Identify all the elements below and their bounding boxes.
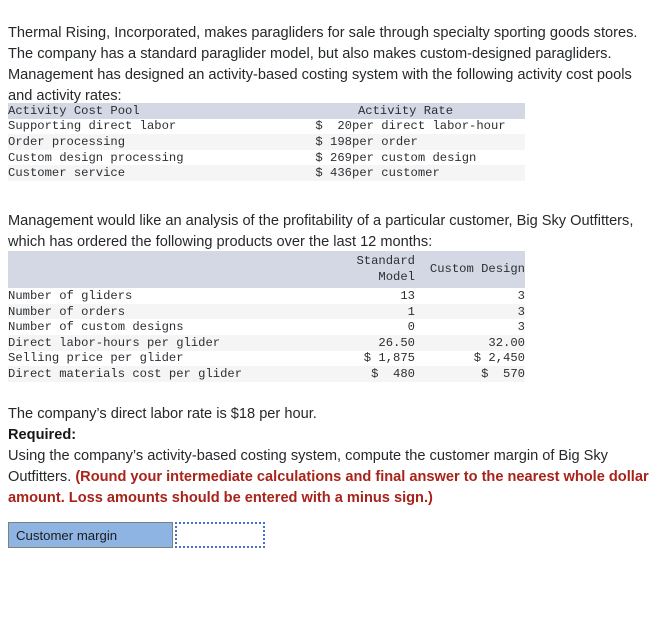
cell-pool-name: Customer service <box>8 165 286 181</box>
customer-margin-input[interactable] <box>175 522 265 548</box>
answer-row: Customer margin <box>8 522 265 548</box>
required-instructions: Using the company’s activity-based costi… <box>8 446 666 509</box>
labor-rate-paragraph: The company’s direct labor rate is $18 p… <box>8 405 317 422</box>
cell-custom-value: $ 570 <box>415 366 525 382</box>
cell-rate-amount: $ 436 <box>286 165 352 181</box>
required-instructions-emphasis: (Round your intermediate calculations an… <box>8 469 649 506</box>
spacer-cell <box>286 180 352 197</box>
table-row: Customer service $ 436 per customer <box>8 165 526 181</box>
table-row: Direct materials cost per glider $ 480 $… <box>8 366 525 382</box>
intro-paragraph: Thermal Rising, Incorporated, makes para… <box>8 24 638 104</box>
table-row: Custom design processing $ 269 per custo… <box>8 149 526 166</box>
cell-standard-value: $ 1,875 <box>307 350 415 367</box>
table-row: Selling price per glider $ 1,875 $ 2,450 <box>8 350 525 367</box>
spacer-cell <box>307 381 415 398</box>
cell-rate-amount: $ 198 <box>286 134 352 150</box>
customer-orders-table: Standard Model Custom Design Number of gl… <box>8 251 525 398</box>
table-row: Number of gliders 13 3 <box>8 288 525 304</box>
table-row: Supporting direct labor $ 20 per direct … <box>8 118 526 135</box>
cell-pool-name: Custom design processing <box>8 149 286 166</box>
cell-custom-value: $ 2,450 <box>415 350 525 367</box>
cell-item-label: Direct labor-hours per glider <box>8 334 307 351</box>
cell-rate-amount: $ 20 <box>286 118 352 135</box>
table-bottom-spacer <box>8 381 525 398</box>
spacer-cell <box>352 180 526 197</box>
cell-pool-name: Order processing <box>8 134 286 150</box>
activity-rate-table: Activity Cost Pool Activity Rate Support… <box>8 103 526 197</box>
cell-standard-value: 1 <box>307 303 415 320</box>
cell-pool-name: Supporting direct labor <box>8 118 286 135</box>
column-header-standard-model: Standard Model <box>307 251 415 289</box>
column-header-activity-cost-pool: Activity Cost Pool <box>8 103 286 119</box>
table-header-row: Activity Cost Pool Activity Rate <box>8 103 526 119</box>
column-header-standard-model-line2: Model <box>378 269 415 284</box>
cell-item-label: Number of gliders <box>8 288 307 304</box>
cell-rate-unit: per customer <box>352 165 526 181</box>
column-header-custom-design: Custom Design <box>415 251 525 289</box>
customer-margin-label: Customer margin <box>8 522 173 548</box>
column-header-standard-model-line1: Standard <box>356 254 415 268</box>
cell-item-label: Direct materials cost per glider <box>8 366 307 382</box>
spacer-cell <box>415 381 525 398</box>
cell-standard-value: 26.50 <box>307 334 415 351</box>
cell-custom-value: 3 <box>415 303 525 320</box>
cell-standard-value: $ 480 <box>307 366 415 382</box>
table-row: Number of custom designs 0 3 <box>8 319 525 335</box>
table-bottom-spacer <box>8 180 526 197</box>
cell-custom-value: 3 <box>415 319 525 335</box>
cell-rate-unit: per direct labor-hour <box>352 118 526 135</box>
column-header-activity-rate: Activity Rate <box>286 103 526 119</box>
cell-item-label: Selling price per glider <box>8 350 307 367</box>
table-row: Number of orders 1 3 <box>8 303 525 320</box>
cell-item-label: Number of orders <box>8 303 307 320</box>
cell-custom-value: 32.00 <box>415 334 525 351</box>
column-header-blank <box>8 251 307 289</box>
table-header-row: Standard Model Custom Design <box>8 251 525 289</box>
cell-rate-unit: per custom design <box>352 149 526 166</box>
spacer-cell <box>8 381 307 398</box>
cell-custom-value: 3 <box>415 288 525 304</box>
table-row: Order processing $ 198 per order <box>8 134 526 150</box>
cell-item-label: Number of custom designs <box>8 319 307 335</box>
cell-standard-value: 0 <box>307 319 415 335</box>
required-block: Required: Using the company’s activity-b… <box>8 425 666 509</box>
analysis-paragraph: Management would like an analysis of the… <box>8 212 634 250</box>
spacer-cell <box>8 180 286 197</box>
table-row: Direct labor-hours per glider 26.50 32.0… <box>8 334 525 351</box>
cell-standard-value: 13 <box>307 288 415 304</box>
required-heading: Required: <box>8 427 77 443</box>
cell-rate-amount: $ 269 <box>286 149 352 166</box>
cell-rate-unit: per order <box>352 134 526 150</box>
question-page: Thermal Rising, Incorporated, makes para… <box>0 0 670 630</box>
